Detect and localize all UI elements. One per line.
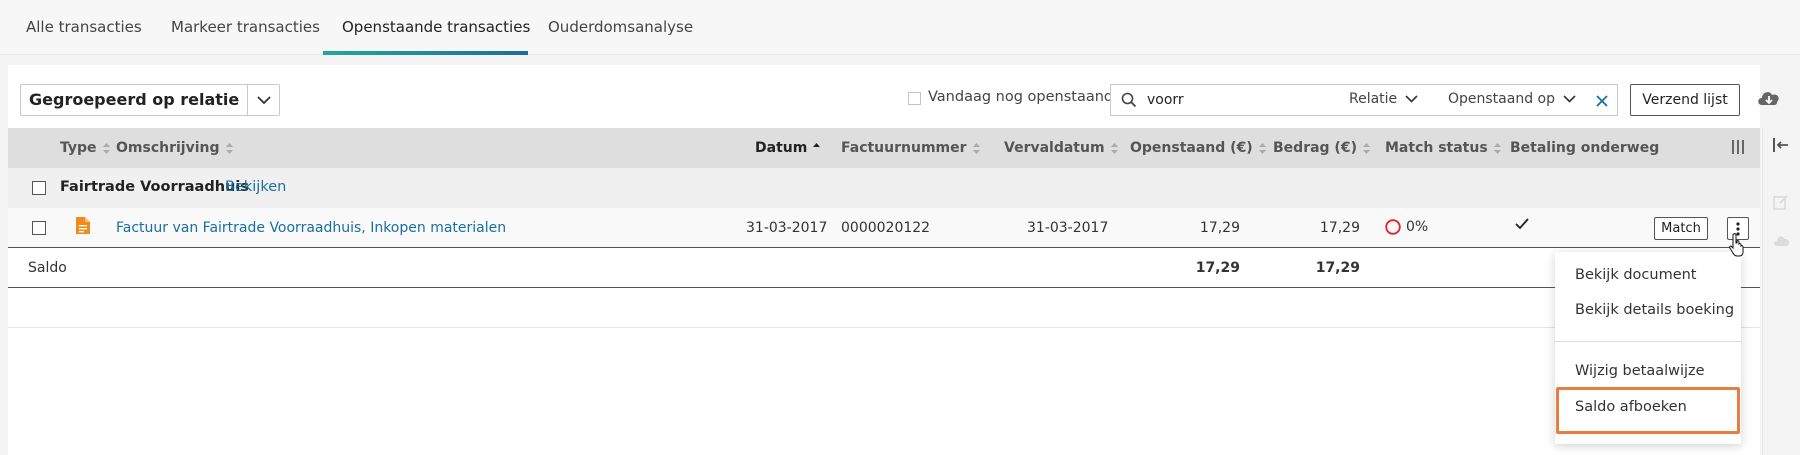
filter-relatie-label: Relatie bbox=[1349, 91, 1398, 107]
sort-icon bbox=[972, 142, 980, 154]
chevron-down-icon bbox=[1405, 95, 1418, 103]
today-open-label: Vandaag nog openstaand bbox=[928, 89, 1114, 105]
column-header-omschrijving[interactable]: Omschrijving bbox=[116, 140, 233, 156]
sort-icon bbox=[1258, 142, 1266, 154]
tab-markeer-transacties[interactable]: Markeer transacties bbox=[151, 0, 340, 55]
saldo-row: Saldo 17,29 17,29 bbox=[8, 249, 1760, 288]
group-checkbox[interactable] bbox=[32, 181, 46, 195]
active-tab-indicator bbox=[323, 51, 528, 55]
menu-item-bekijk-details-boeking[interactable]: Bekijk details boeking bbox=[1575, 302, 1734, 318]
chevron-down-icon[interactable] bbox=[247, 85, 279, 115]
column-header-type[interactable]: Type bbox=[60, 140, 110, 156]
empty-row bbox=[8, 288, 1760, 328]
search-icon bbox=[1121, 92, 1137, 112]
row-datum: 31-03-2017 bbox=[746, 220, 828, 236]
row-factuurnummer: 0000020122 bbox=[841, 220, 931, 236]
tab-bar: Alle transacties Markeer transacties Ope… bbox=[0, 0, 1800, 55]
row-checkbox[interactable] bbox=[32, 221, 46, 235]
menu-item-bekijk-document[interactable]: Bekijk document bbox=[1575, 267, 1697, 283]
column-header-betaling-onderweg[interactable]: Betaling onderweg bbox=[1510, 140, 1659, 156]
side-rail bbox=[1762, 128, 1800, 455]
checkmark-icon bbox=[1515, 218, 1529, 234]
tab-openstaande-transacties[interactable]: Openstaande transacties bbox=[322, 0, 550, 55]
chevron-down-icon bbox=[1563, 95, 1576, 103]
column-header-factuurnummer[interactable]: Factuurnummer bbox=[841, 140, 980, 156]
sort-icon bbox=[1362, 142, 1370, 154]
cloud-download-icon[interactable] bbox=[1756, 88, 1782, 112]
match-percentage: 0% bbox=[1406, 219, 1429, 235]
match-ring-icon bbox=[1385, 219, 1401, 235]
sort-ascending-icon bbox=[813, 142, 821, 147]
sort-icon bbox=[102, 142, 110, 154]
search-bar[interactable]: voorr Relatie Openstaand op bbox=[1110, 84, 1618, 116]
menu-item-wijzig-betaalwijze[interactable]: Wijzig betaalwijze bbox=[1575, 363, 1705, 379]
match-status: 0% bbox=[1385, 219, 1428, 235]
invoice-document-icon bbox=[76, 217, 90, 238]
sort-icon bbox=[1493, 142, 1501, 154]
edit-icon[interactable] bbox=[1773, 194, 1789, 214]
group-view-link[interactable]: Bekijken bbox=[225, 179, 286, 195]
tab-alle-transacties[interactable]: Alle transacties bbox=[6, 0, 162, 55]
filter-openstaand-op[interactable]: Openstaand op bbox=[1448, 91, 1576, 107]
saldo-openstaand: 17,29 bbox=[1195, 260, 1240, 276]
table-row[interactable]: Factuur van Fairtrade Voorraadhuis, Inko… bbox=[8, 208, 1760, 248]
row-description-link[interactable]: Factuur van Fairtrade Voorraadhuis, Inko… bbox=[116, 220, 506, 236]
column-header-vervaldatum[interactable]: Vervaldatum bbox=[1004, 140, 1118, 156]
today-open-checkbox[interactable] bbox=[908, 92, 921, 105]
group-by-select[interactable]: Gegroepeerd op relatie bbox=[20, 84, 281, 116]
row-openstaand: 17,29 bbox=[1199, 220, 1240, 236]
row-vervaldatum: 31-03-2017 bbox=[1027, 220, 1109, 236]
saldo-label: Saldo bbox=[28, 260, 67, 276]
group-row: Fairtrade Voorraadhuis Bekijken bbox=[8, 168, 1760, 208]
column-header-openstaand[interactable]: Openstaand (€) bbox=[1130, 140, 1266, 156]
collapse-panel-icon[interactable] bbox=[1773, 138, 1789, 156]
close-icon[interactable] bbox=[1596, 91, 1608, 111]
highlight-frame bbox=[1556, 387, 1740, 434]
group-by-label: Gegroepeerd op relatie bbox=[29, 90, 240, 109]
group-name: Fairtrade Voorraadhuis bbox=[60, 179, 249, 195]
hand-cursor-icon bbox=[1729, 233, 1745, 261]
column-header-match-status[interactable]: Match status bbox=[1385, 140, 1501, 156]
saldo-bedrag: 17,29 bbox=[1315, 260, 1360, 276]
search-input[interactable]: voorr bbox=[1147, 92, 1184, 108]
filter-openstaand-label: Openstaand op bbox=[1448, 91, 1555, 107]
table-header: Type Omschrijving Datum Factuurnummer Ve… bbox=[8, 128, 1760, 168]
column-header-bedrag[interactable]: Bedrag (€) bbox=[1273, 140, 1370, 156]
row-bedrag: 17,29 bbox=[1319, 220, 1360, 236]
column-header-datum[interactable]: Datum bbox=[755, 140, 821, 156]
send-list-button[interactable]: Verzend lijst bbox=[1630, 84, 1740, 116]
tab-ouderdomsanalyse[interactable]: Ouderdomsanalyse bbox=[528, 0, 713, 55]
cloud-icon[interactable] bbox=[1773, 235, 1791, 251]
columns-icon[interactable] bbox=[1732, 140, 1744, 158]
sort-icon bbox=[1110, 142, 1118, 154]
sort-icon bbox=[225, 142, 233, 154]
match-button[interactable]: Match bbox=[1654, 217, 1708, 240]
menu-divider bbox=[1555, 341, 1741, 342]
filter-relatie[interactable]: Relatie bbox=[1349, 91, 1418, 107]
